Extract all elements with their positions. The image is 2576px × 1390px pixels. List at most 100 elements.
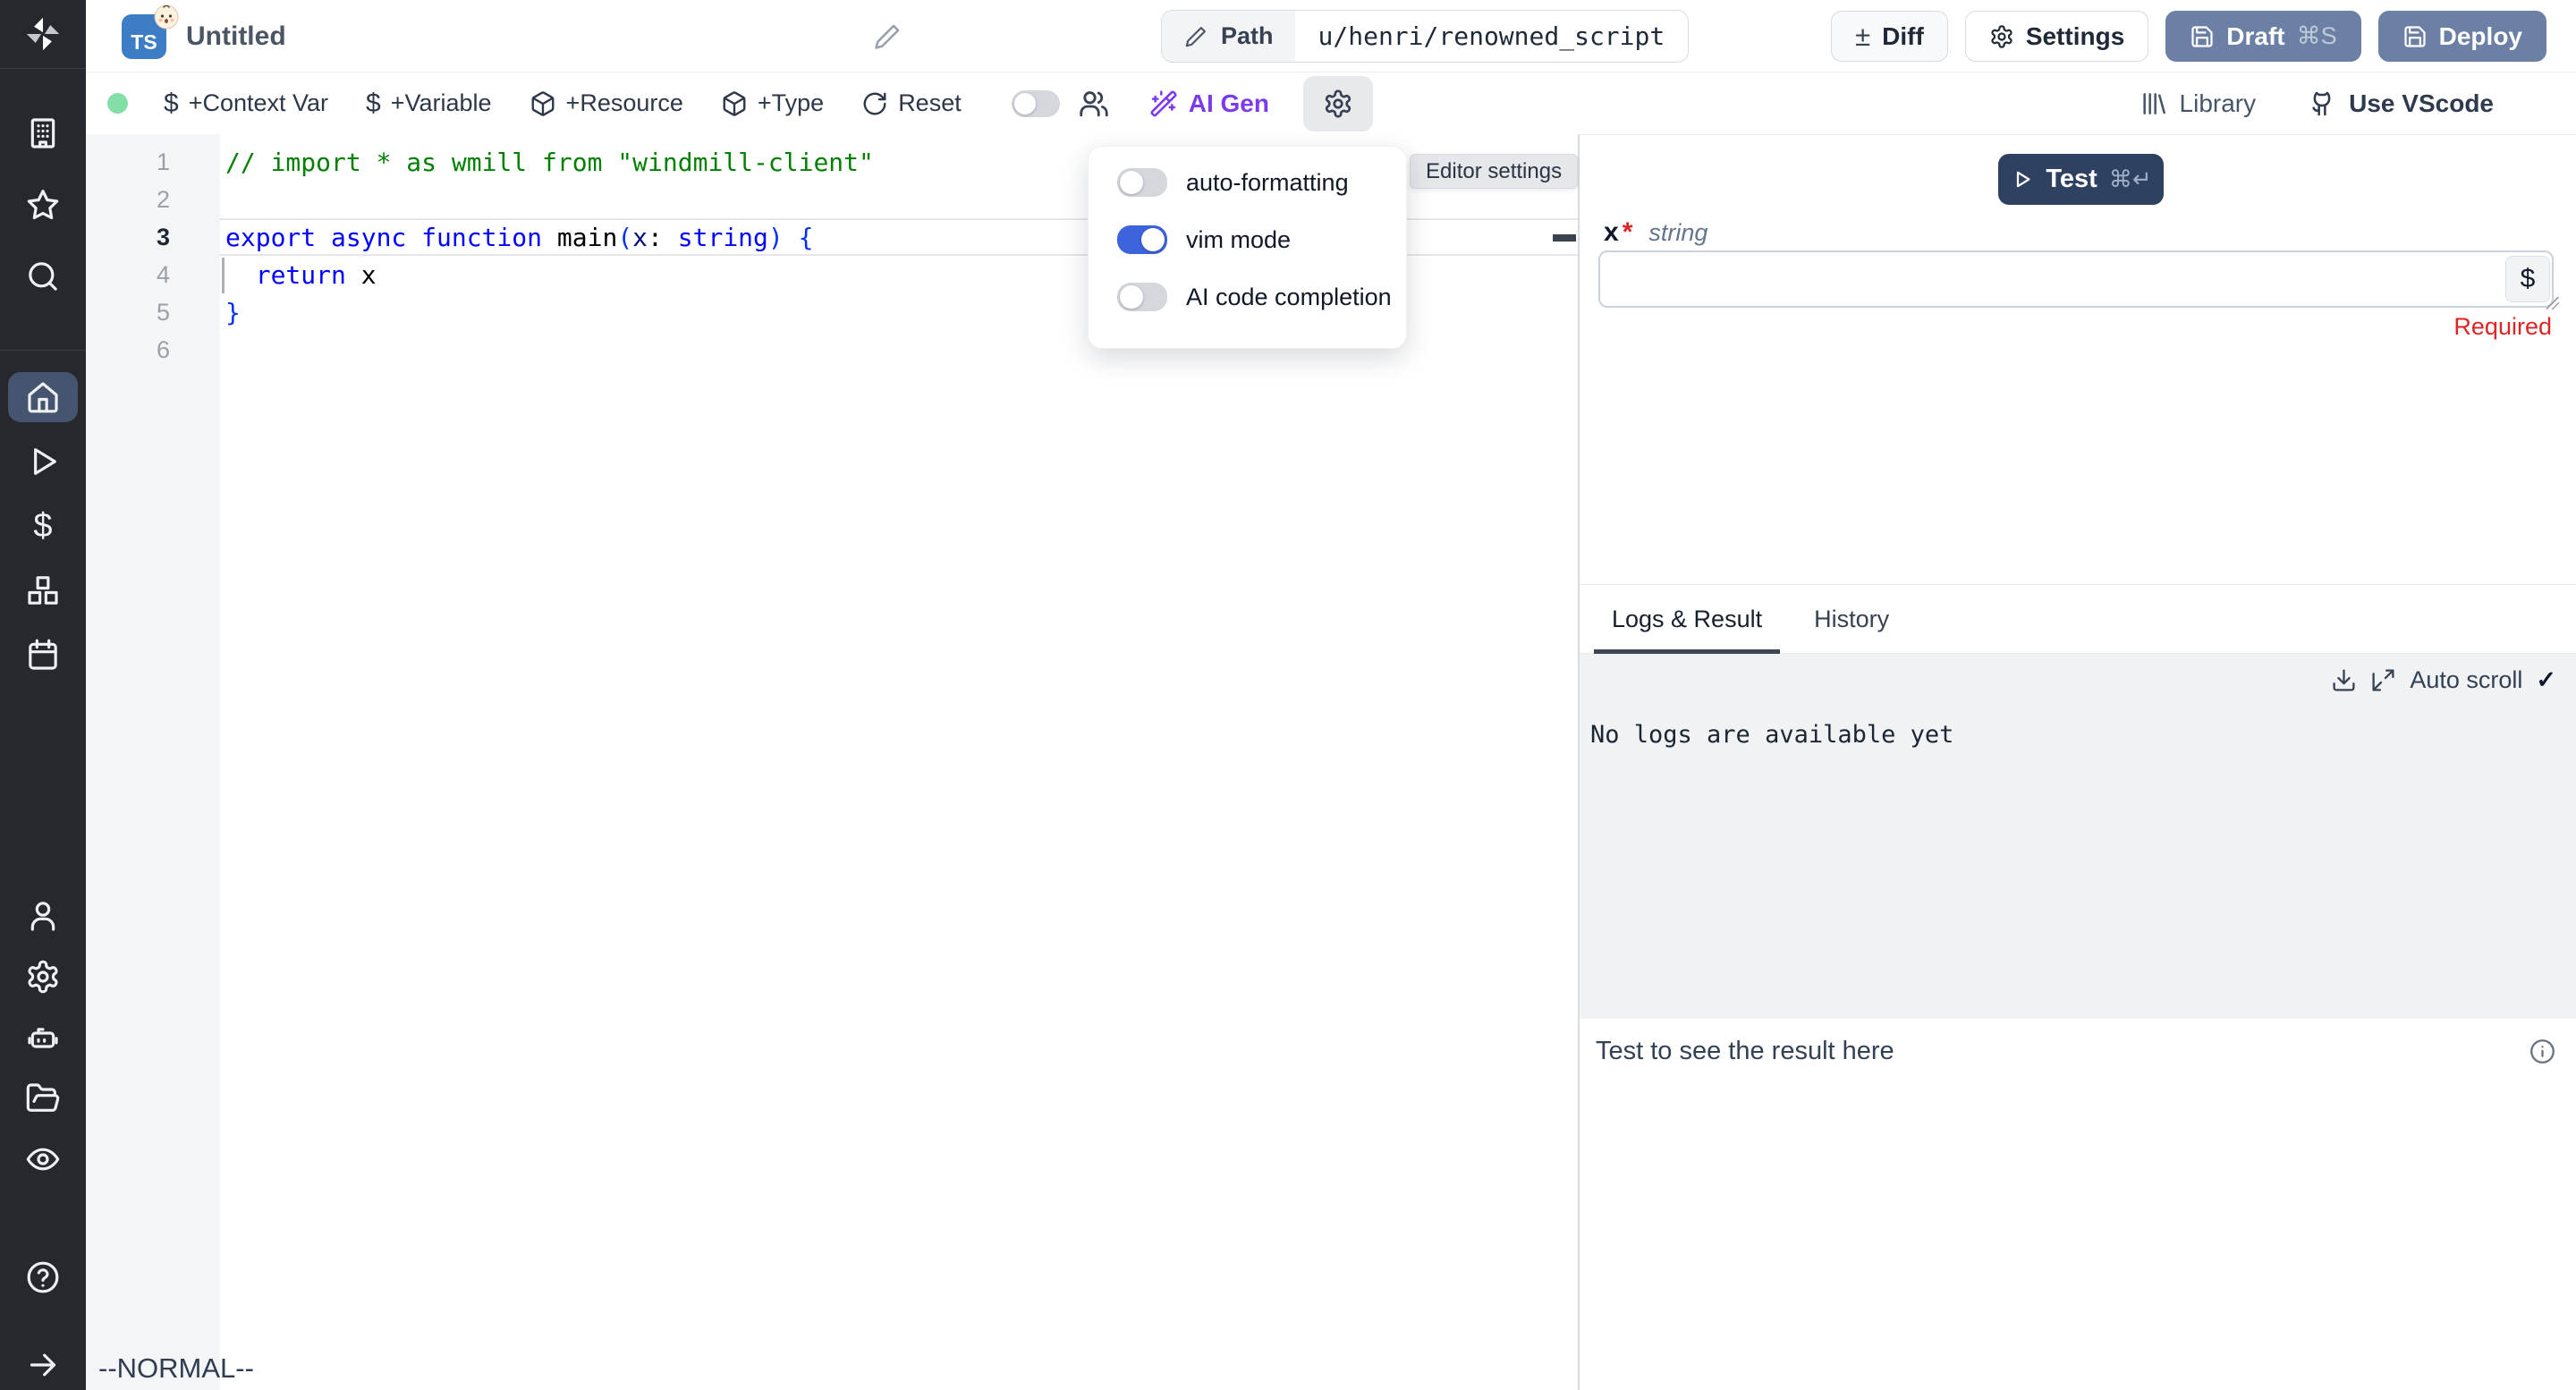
auto-scroll-label[interactable]: Auto scroll <box>2410 666 2522 694</box>
test-section: Test ⌘↵ x * string $ Required <box>1580 135 2576 584</box>
editor-settings-menu: auto-formatting vim mode AI code complet… <box>1088 146 1407 349</box>
vim-mode-toggle[interactable] <box>1117 225 1167 254</box>
sidebar-divider <box>0 350 86 351</box>
add-variable-button[interactable]: $ +Variable <box>366 89 492 119</box>
path-field[interactable]: Path u/henri/renowned_script <box>1161 10 1689 63</box>
editor-toolbar: $ +Context Var $ +Variable +Resource +Ty… <box>86 72 2576 134</box>
line-number: 5 <box>86 299 220 326</box>
windmill-logo[interactable] <box>0 0 86 69</box>
editor-settings-button[interactable] <box>1303 76 1373 131</box>
ai-code-completion-toggle[interactable] <box>1117 283 1167 311</box>
required-marker: * <box>1623 217 1633 248</box>
sidebar-item-search[interactable] <box>8 251 78 301</box>
right-panel: Test ⌘↵ x * string $ Required <box>1578 134 2576 1390</box>
check-icon[interactable]: ✓ <box>2536 666 2556 694</box>
gear-icon <box>25 959 61 995</box>
download-logs-icon[interactable] <box>2331 667 2357 693</box>
toggle-knob <box>1141 228 1165 251</box>
toolbar-right: Library Use VScode <box>2139 89 2576 118</box>
diff-button[interactable]: ± Diff <box>1831 11 1948 62</box>
code-text: return x <box>220 260 377 290</box>
use-vscode-button[interactable]: Use VScode <box>2308 89 2494 118</box>
sidebar-group-bottom <box>8 1252 78 1390</box>
result-area: Test to see the result here <box>1580 1019 2576 1390</box>
sidebar-item-resources[interactable] <box>8 565 78 615</box>
tab-history[interactable]: History <box>1796 585 1907 653</box>
users-icon[interactable] <box>1078 88 1110 120</box>
deploy-button[interactable]: Deploy <box>2378 11 2546 62</box>
calendar-icon <box>25 637 61 673</box>
package-icon <box>530 90 556 117</box>
sidebar-item-variables[interactable]: $ <box>8 501 78 551</box>
arg-x-input[interactable] <box>1598 250 2554 308</box>
info-icon[interactable] <box>2529 1038 2556 1065</box>
page-title: Untitled <box>186 21 286 52</box>
add-resource-button[interactable]: +Resource <box>530 89 683 117</box>
robot-icon <box>25 1020 61 1055</box>
code-text: // import * as wmill from "windmill-clie… <box>220 148 874 177</box>
library-button[interactable]: Library <box>2139 89 2257 118</box>
octocat-icon <box>2308 89 2336 118</box>
status-dot <box>107 93 128 114</box>
building-icon <box>25 115 61 151</box>
code-text: } <box>220 298 241 327</box>
result-tabs: Logs & Result History <box>1580 584 2576 654</box>
sidebar-item-users[interactable] <box>8 891 78 941</box>
play-icon <box>25 444 61 479</box>
resize-grip[interactable] <box>2546 297 2561 311</box>
package-icon <box>721 90 748 117</box>
toggle-knob <box>1014 93 1036 114</box>
expand-logs-icon[interactable] <box>2370 667 2396 693</box>
cubes-icon <box>25 572 61 608</box>
insert-variable-button[interactable]: $ <box>2505 256 2550 302</box>
test-button[interactable]: Test ⌘↵ <box>1998 154 2164 205</box>
edit-title-pencil-icon[interactable] <box>872 21 902 52</box>
topbar-actions: ± Diff Settings Draft ⌘S Deploy <box>1831 11 2546 62</box>
sidebar-item-help[interactable] <box>8 1252 78 1302</box>
path-label-section: Path <box>1162 11 1295 62</box>
sidebar-item-folders[interactable] <box>8 1073 78 1123</box>
add-type-button[interactable]: +Type <box>721 89 824 117</box>
sidebar-item-settings[interactable] <box>8 952 78 1002</box>
arg-label: x * string <box>1604 217 1707 248</box>
add-context-var-button[interactable]: $ +Context Var <box>164 89 328 119</box>
sidebar-item-workers[interactable] <box>8 1013 78 1063</box>
auto-formatting-toggle[interactable] <box>1117 168 1167 197</box>
indent-guide <box>222 258 225 293</box>
save-icon <box>2190 24 2215 49</box>
editor-settings-tooltip: Editor settings <box>1410 154 1578 189</box>
sidebar-item-workspace[interactable] <box>8 108 78 158</box>
sidebar-item-favorites[interactable] <box>8 180 78 230</box>
gear-icon <box>1989 24 2014 49</box>
folder-icon <box>25 1081 61 1116</box>
line-number: 6 <box>86 336 220 364</box>
sidebar-item-schedules[interactable] <box>8 630 78 680</box>
toggle-knob <box>1120 285 1143 309</box>
menu-item-vim-mode[interactable]: vim mode <box>1089 211 1406 268</box>
draft-shortcut: ⌘S <box>2297 22 2337 50</box>
user-icon <box>25 898 61 934</box>
multiplayer-toggle[interactable] <box>1012 90 1060 117</box>
toggle-knob <box>1120 171 1143 194</box>
windmill-app: $ TS Untitled <box>0 0 2576 1390</box>
draft-button[interactable]: Draft ⌘S <box>2165 11 2360 62</box>
tab-logs-result[interactable]: Logs & Result <box>1594 585 1780 653</box>
test-shortcut: ⌘↵ <box>2109 165 2152 193</box>
arg-name: x <box>1604 217 1619 248</box>
settings-button[interactable]: Settings <box>1965 11 2148 62</box>
sidebar-group-admin <box>8 891 78 1184</box>
sidebar-expand-button[interactable] <box>8 1340 78 1390</box>
sidebar-item-runs[interactable] <box>8 436 78 487</box>
pencil-icon <box>1183 24 1208 49</box>
play-icon <box>2010 167 2034 191</box>
reset-button[interactable]: Reset <box>861 89 962 117</box>
menu-item-auto-formatting[interactable]: auto-formatting <box>1089 154 1406 211</box>
sidebar-item-home[interactable] <box>8 372 78 422</box>
arrow-right-icon <box>25 1347 61 1383</box>
language-badge: TS <box>122 14 166 59</box>
required-hint: Required <box>2453 313 2552 341</box>
menu-item-ai-code-completion[interactable]: AI code completion <box>1089 268 1406 326</box>
sidebar-item-audit-logs[interactable] <box>8 1134 78 1184</box>
vim-status: --NORMAL-- <box>98 1352 254 1385</box>
ai-gen-button[interactable]: AI Gen <box>1149 89 1269 118</box>
